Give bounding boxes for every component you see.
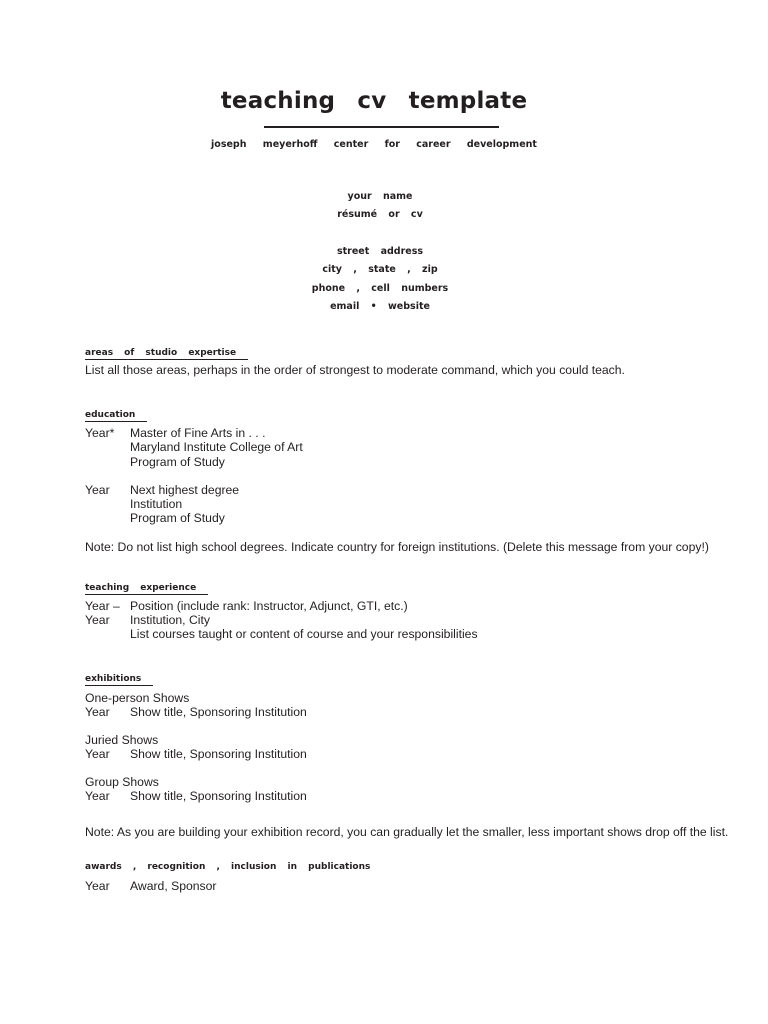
contact-name: your name xyxy=(347,191,413,202)
teaching-year: Year xyxy=(85,613,110,627)
exhibition-text: Show title, Sponsoring Institution xyxy=(130,747,307,761)
education-line: Program of Study xyxy=(130,511,225,525)
exhibitions-note: Note: As you are building your exhibitio… xyxy=(85,825,729,839)
education-line: Master of Fine Arts in . . . xyxy=(130,426,266,440)
exhibition-group-label: One-person Shows xyxy=(85,691,190,705)
contact-city-state-zip: city , state , zip xyxy=(322,264,438,275)
contact-email: email • website xyxy=(330,301,430,312)
education-line: Program of Study xyxy=(130,455,225,469)
section-heading-awards: awards , recognition , inclusion in publ… xyxy=(85,862,371,872)
exhibition-text: Show title, Sponsoring Institution xyxy=(130,705,307,719)
exhibition-year: Year xyxy=(85,789,110,803)
awards-year: Year xyxy=(85,879,110,893)
exhibition-text: Show title, Sponsoring Institution xyxy=(130,789,307,803)
contact-street: street address xyxy=(336,246,424,257)
teaching-text: List courses taught or content of course… xyxy=(130,627,478,641)
education-line: Next highest degree xyxy=(130,483,240,497)
contact-phone: phone , cell numbers xyxy=(311,283,449,294)
document-subtitle: joseph meyerhoff center for career devel… xyxy=(211,139,537,150)
education-year-2: Year xyxy=(85,483,110,497)
areas-text: List all those areas, perhaps in the ord… xyxy=(85,363,625,377)
education-note: Note: Do not list high school degrees. I… xyxy=(85,540,709,554)
awards-text: Award, Sponsor xyxy=(130,879,217,893)
education-year-1: Year* xyxy=(85,426,115,440)
section-heading-education: education xyxy=(85,409,148,422)
teaching-text: Position (include rank: Instructor, Adju… xyxy=(130,599,408,613)
title-rule xyxy=(264,126,499,128)
document-title: teaching cv template xyxy=(220,88,528,114)
exhibition-group-label: Juried Shows xyxy=(85,733,159,747)
exhibition-group-label: Group Shows xyxy=(85,775,159,789)
section-heading-areas: areas of studio expertise xyxy=(85,347,249,360)
teaching-year: Year – xyxy=(85,599,120,613)
section-heading-exhibitions: exhibitions xyxy=(85,673,154,686)
section-heading-teaching: teaching experience xyxy=(85,582,209,595)
exhibition-year: Year xyxy=(85,705,110,719)
teaching-text: Institution, City xyxy=(130,613,210,627)
exhibition-year: Year xyxy=(85,747,110,761)
education-line: Institution xyxy=(130,497,183,511)
education-line: Maryland Institute College of Art xyxy=(130,440,303,454)
contact-doc-type: résumé or cv xyxy=(337,209,423,220)
